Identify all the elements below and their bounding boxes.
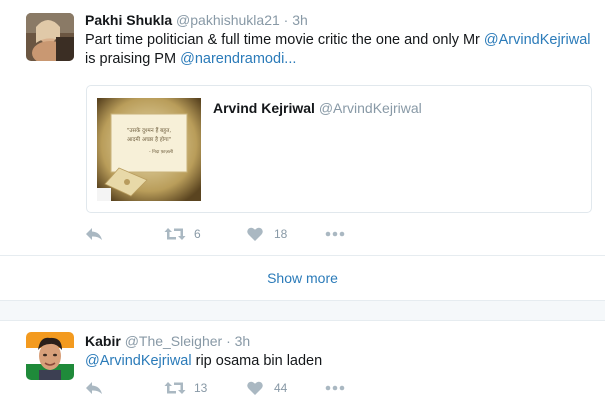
heart-icon: [247, 381, 263, 395]
ellipsis-link[interactable]: ...: [284, 51, 296, 67]
retweet-icon: [164, 228, 186, 240]
reply-button[interactable]: [85, 378, 103, 398]
like-button[interactable]: 18: [247, 224, 287, 244]
tweet-header: Kabir @The_Sleigher · 3h: [85, 333, 250, 349]
show-more-button[interactable]: Show more: [0, 255, 605, 301]
quoted-tweet-image[interactable]: "उसके दुश्मन हैं बहुत, आदमी अच्छा है होग…: [97, 98, 201, 201]
tweet[interactable]: Pakhi Shukla @pakhishukla21 · 3h Part ti…: [0, 0, 605, 255]
tweet-actions: 13 44: [85, 378, 385, 398]
display-name[interactable]: Kabir: [85, 333, 121, 349]
more-icon: [325, 385, 345, 391]
retweet-button[interactable]: 13: [164, 378, 207, 398]
tweet-header: Pakhi Shukla @pakhishukla21 · 3h: [85, 12, 308, 28]
reply-icon: [86, 382, 102, 394]
display-name[interactable]: Pakhi Shukla: [85, 12, 172, 28]
retweet-icon: [164, 382, 186, 394]
retweet-count: 6: [194, 227, 201, 241]
quoted-tweet-header: Arvind Kejriwal @ArvindKejriwal: [213, 100, 422, 116]
more-button[interactable]: [325, 378, 345, 398]
quoted-user-handle: @ArvindKejriwal: [318, 100, 422, 116]
retweet-button[interactable]: 6: [164, 224, 201, 244]
retweet-count: 13: [194, 381, 208, 395]
show-more-label: Show more: [267, 270, 338, 286]
user-handle[interactable]: @pakhishukla21: [176, 12, 280, 28]
text-segment: is praising PM: [85, 51, 181, 67]
more-button[interactable]: [325, 224, 345, 244]
avatar[interactable]: [26, 13, 74, 61]
image-quote-line: आदमी अच्छा है होगा": [127, 136, 171, 143]
timeline-gap: [0, 301, 605, 321]
quoted-tweet-card[interactable]: "उसके दुश्मन हैं बहुत, आदमी अच्छा है होग…: [86, 85, 592, 213]
separator: ·: [226, 333, 231, 349]
heart-icon: [247, 227, 263, 241]
avatar[interactable]: [26, 332, 74, 380]
mention-link[interactable]: @ArvindKejriwal: [85, 353, 192, 369]
mention-link[interactable]: @ArvindKejriwal: [484, 32, 591, 48]
image-quote-line: "उसके दुश्मन हैं बहुत,: [127, 127, 171, 134]
tweet[interactable]: Kabir @The_Sleigher · 3h @ArvindKejriwal…: [0, 321, 605, 409]
tweet-text: Part time politician & full time movie c…: [85, 31, 595, 69]
reply-icon: [86, 228, 102, 240]
separator: ·: [283, 12, 289, 28]
like-count: 18: [274, 227, 288, 241]
quoted-display-name: Arvind Kejriwal: [213, 100, 315, 116]
text-segment: Part time politician & full time movie c…: [85, 32, 484, 48]
reply-button[interactable]: [85, 224, 103, 244]
tweet-text: @ArvindKejriwal rip osama bin laden: [85, 352, 595, 371]
user-handle[interactable]: @The_Sleigher: [125, 333, 223, 349]
text-segment: rip osama bin laden: [191, 353, 323, 369]
more-icon: [325, 231, 345, 237]
like-count: 44: [274, 381, 288, 395]
mention-link[interactable]: @narendramodi: [180, 51, 284, 67]
image-quote-author: - निदा फ़ाज़ली: [149, 148, 174, 155]
tweet-actions: 6 18: [85, 224, 385, 244]
like-button[interactable]: 44: [247, 378, 287, 398]
timestamp[interactable]: 3h: [292, 12, 308, 28]
timestamp[interactable]: 3h: [235, 333, 251, 349]
